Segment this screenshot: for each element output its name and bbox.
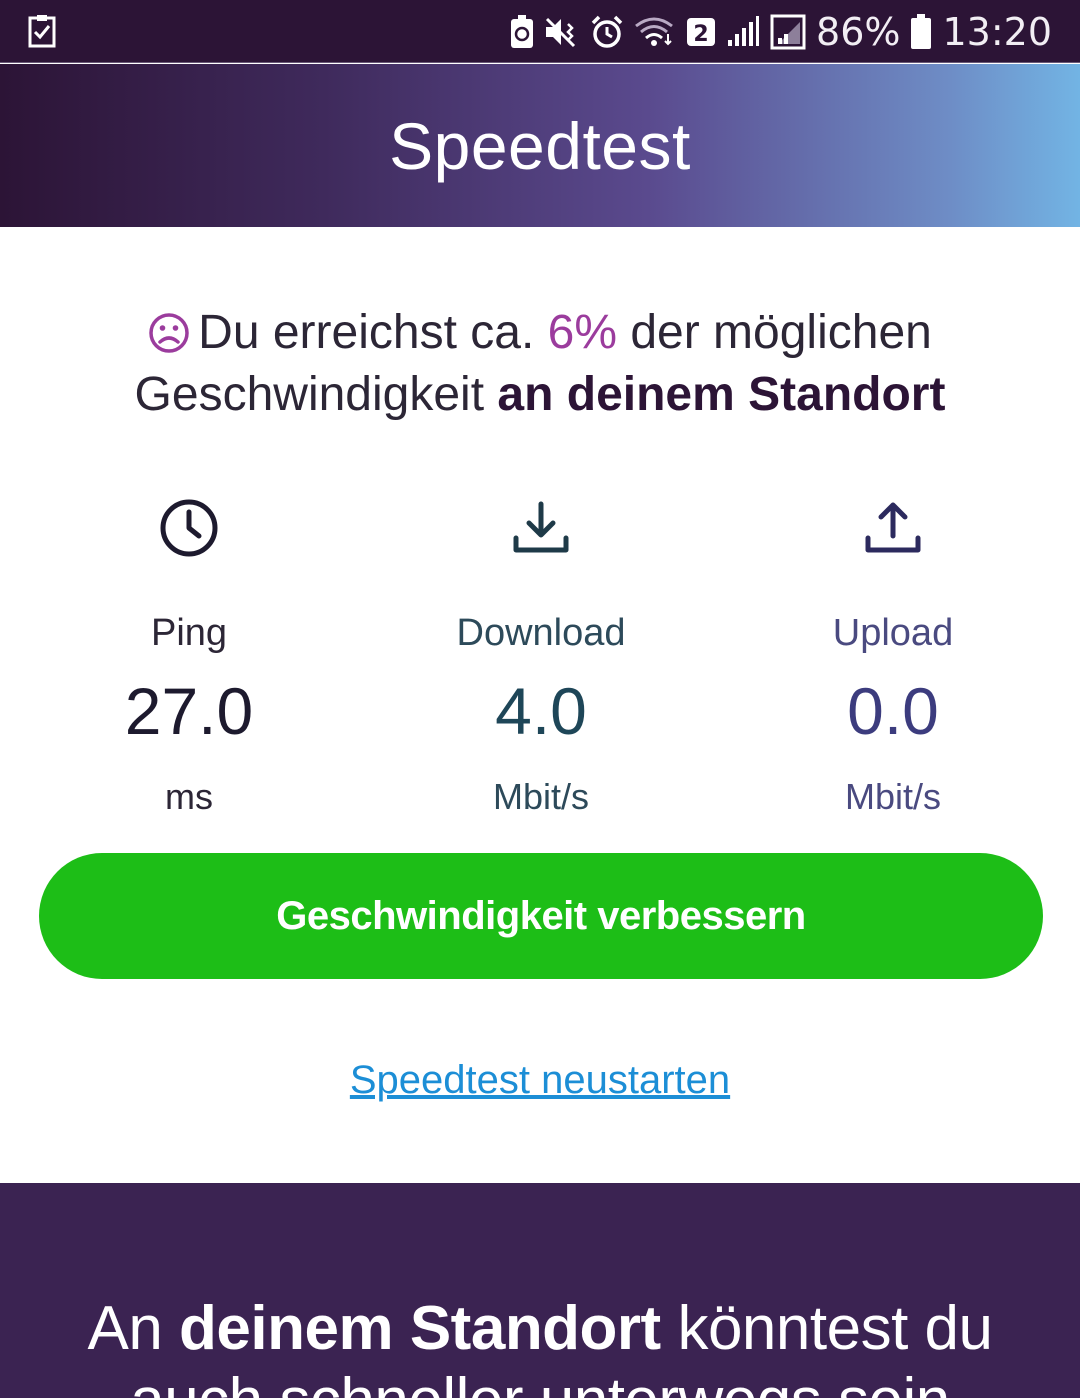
download-metric: Download 4.0 Mbit/s: [361, 495, 721, 819]
upload-label: Upload: [832, 612, 954, 654]
upload-metric: Upload 0.0 Mbit/s: [713, 495, 1073, 819]
restart-speedtest-link[interactable]: Speedtest neustarten: [0, 1058, 1080, 1103]
ping-unit: ms: [165, 776, 213, 817]
battery-icon: [910, 13, 932, 50]
svg-text:2: 2: [693, 22, 708, 47]
sim-2-icon: 2: [686, 16, 716, 48]
promo-prefix: An: [87, 1294, 163, 1363]
sad-face-icon: [148, 311, 190, 367]
clock-time: 13:20: [942, 9, 1052, 54]
promo-banner: An deinem Standort könntest du auch schn…: [0, 1183, 1080, 1398]
result-message: Du erreichst ca. 6% der möglichen Geschw…: [0, 305, 1080, 423]
wifi-icon: [634, 16, 676, 48]
result-text-bold: an deinem Standort: [497, 368, 946, 421]
upload-unit: Mbit/s: [844, 776, 941, 817]
signal-icon: [726, 15, 760, 48]
recycle-battery-icon: [510, 14, 534, 49]
battery-percent: 86%: [816, 9, 901, 54]
ping-metric: Ping 27.0 ms: [9, 495, 369, 819]
promo-text: An deinem Standort könntest du auch schn…: [0, 1293, 1080, 1398]
promo-suffix: könntest du: [677, 1294, 993, 1363]
download-label: Download: [456, 612, 626, 654]
promo-bold: deinem Standort: [179, 1294, 661, 1363]
promo-line2: auch schneller unterwegs sein: [130, 1366, 950, 1398]
upload-value: 0.0: [847, 674, 939, 748]
improve-speed-button[interactable]: Geschwindigkeit verbessern: [39, 853, 1043, 979]
result-percent: 6%: [547, 306, 617, 359]
page-title: Speedtest: [389, 108, 691, 183]
app-header: Speedtest: [0, 64, 1080, 227]
alarm-icon: [590, 15, 624, 49]
ping-label: Ping: [150, 612, 228, 654]
status-bar: 2 86% 13:20: [0, 0, 1080, 63]
result-text-before: Du erreichst ca.: [198, 306, 535, 359]
signal-box-icon: [770, 14, 806, 50]
ping-value: 27.0: [124, 674, 254, 748]
checklist-icon: [28, 14, 56, 48]
upload-icon: [713, 495, 1073, 561]
clock-icon: [9, 495, 369, 561]
mute-vibrate-icon: [544, 16, 580, 48]
download-value: 4.0: [495, 674, 587, 748]
download-icon: [361, 495, 721, 561]
download-unit: Mbit/s: [492, 776, 589, 817]
